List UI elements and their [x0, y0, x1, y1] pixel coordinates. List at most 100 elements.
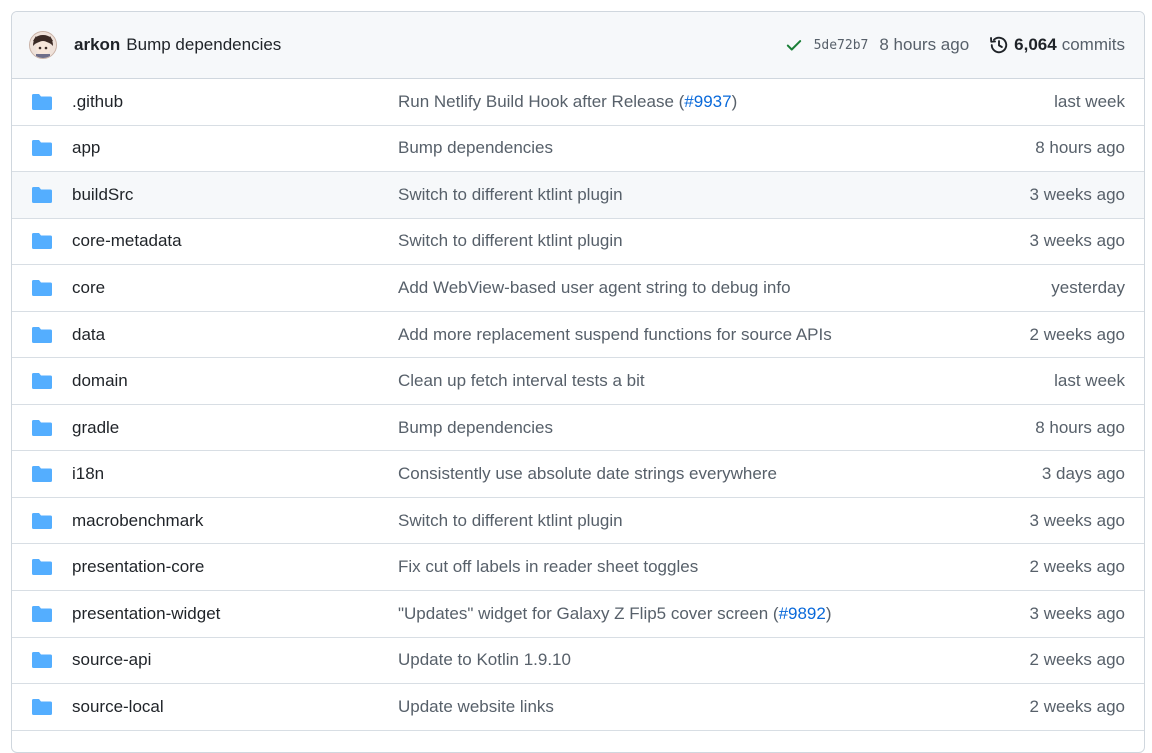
- file-list: .github Run Netlify Build Hook after Rele…: [12, 79, 1144, 731]
- file-row[interactable]: buildSrc Switch to different ktlint plugi…: [12, 172, 1144, 219]
- folder-icon: [31, 419, 53, 437]
- last-commit-message[interactable]: Update to Kotlin 1.9.10: [398, 650, 1030, 670]
- file-row[interactable]: core-metadata Switch to different ktlint …: [12, 219, 1144, 266]
- pull-request-link[interactable]: #9892: [779, 604, 826, 623]
- file-row[interactable]: presentation-core Fix cut off labels in r…: [12, 544, 1144, 592]
- file-list-box: arkon Bump dependencies 5de72b7 8 hours …: [11, 11, 1145, 753]
- commit-label: commits: [1061, 35, 1125, 54]
- commit-message-text[interactable]: Consistently use absolute date strings e…: [398, 464, 777, 483]
- last-commit-age: yesterday: [1051, 277, 1125, 297]
- last-commit-age: 3 weeks ago: [1029, 231, 1125, 251]
- last-commit-message[interactable]: Consistently use absolute date strings e…: [398, 464, 1042, 484]
- directory-name-link[interactable]: domain: [72, 371, 398, 391]
- file-row[interactable]: presentation-widget "Updates" widget for …: [12, 591, 1144, 638]
- last-commit-message[interactable]: Add more replacement suspend functions f…: [398, 325, 1030, 345]
- last-commit-age: 2 weeks ago: [1029, 650, 1125, 670]
- commit-message-text[interactable]: Clean up fetch interval tests a bit: [398, 371, 645, 390]
- last-commit-message[interactable]: Run Netlify Build Hook after Release (#9…: [398, 92, 1054, 112]
- folder-icon: [31, 512, 53, 530]
- history-icon[interactable]: [989, 35, 1009, 55]
- folder-icon: [31, 651, 53, 669]
- directory-name-link[interactable]: macrobenchmark: [72, 511, 398, 531]
- user-avatar-icon[interactable]: [29, 31, 57, 59]
- directory-name-link[interactable]: core-metadata: [72, 231, 398, 251]
- commit-sha-link[interactable]: 5de72b7: [814, 38, 869, 53]
- latest-commit-message[interactable]: Bump dependencies: [126, 35, 281, 55]
- commit-message-text[interactable]: Add more replacement suspend functions f…: [398, 325, 832, 344]
- last-commit-message[interactable]: Fix cut off labels in reader sheet toggl…: [398, 557, 1030, 577]
- check-icon[interactable]: [785, 36, 803, 54]
- directory-name-link[interactable]: app: [72, 138, 398, 158]
- last-commit-message[interactable]: Clean up fetch interval tests a bit: [398, 371, 1054, 391]
- last-commit-message[interactable]: Switch to different ktlint plugin: [398, 511, 1030, 531]
- folder-icon: [31, 605, 53, 623]
- folder-icon: [31, 139, 53, 157]
- directory-name-link[interactable]: presentation-core: [72, 557, 398, 577]
- directory-name-link[interactable]: i18n: [72, 464, 398, 484]
- folder-icon: [31, 465, 53, 483]
- commit-time: 8 hours ago: [879, 35, 970, 54]
- file-row[interactable]: macrobenchmark Switch to different ktlint…: [12, 498, 1144, 545]
- last-commit-age: last week: [1054, 371, 1125, 391]
- last-commit-message[interactable]: "Updates" widget for Galaxy Z Flip5 cove…: [398, 604, 1030, 624]
- last-commit-age: 2 weeks ago: [1029, 696, 1125, 716]
- directory-name-link[interactable]: core: [72, 278, 398, 298]
- commit-message-text[interactable]: Switch to different ktlint plugin: [398, 511, 623, 530]
- last-commit-age: 3 weeks ago: [1029, 510, 1125, 530]
- file-row[interactable]: domain Clean up fetch interval tests a bi…: [12, 358, 1144, 405]
- latest-commit-bar: arkon Bump dependencies 5de72b7 8 hours …: [12, 12, 1144, 79]
- folder-icon: [31, 326, 53, 344]
- last-commit-age: 3 days ago: [1041, 464, 1125, 484]
- file-row[interactable]: source-local Update website links 2 weeks …: [12, 684, 1144, 731]
- file-row[interactable]: app Bump dependencies 8 hours ago: [12, 126, 1144, 173]
- last-commit-message[interactable]: Bump dependencies: [398, 138, 1035, 158]
- commit-message-end: ): [731, 91, 738, 111]
- commit-message-text[interactable]: Switch to different ktlint plugin: [398, 185, 623, 204]
- file-row[interactable]: i18n Consistently use absolute date strin…: [12, 451, 1144, 498]
- last-commit-age: 2 weeks ago: [1029, 557, 1125, 577]
- commit-count: 6,064: [1014, 35, 1057, 54]
- commit-message-text[interactable]: Run Netlify Build Hook after Release (: [398, 92, 684, 111]
- commit-message-text[interactable]: Add WebView-based user agent string to d…: [398, 278, 791, 297]
- directory-name-link[interactable]: source-local: [72, 697, 398, 717]
- file-row[interactable]: .github Run Netlify Build Hook after Rele…: [12, 79, 1144, 126]
- directory-name-link[interactable]: gradle: [72, 418, 398, 438]
- commit-author-link[interactable]: arkon: [74, 35, 120, 55]
- last-commit-message[interactable]: Switch to different ktlint plugin: [398, 185, 1030, 205]
- folder-icon: [31, 372, 53, 390]
- last-commit-message[interactable]: Switch to different ktlint plugin: [398, 231, 1030, 251]
- last-commit-message[interactable]: Update website links: [398, 697, 1030, 717]
- commit-message-text[interactable]: Update to Kotlin 1.9.10: [398, 650, 571, 669]
- last-commit-age: 8 hours ago: [1035, 417, 1125, 437]
- commit-message-text[interactable]: Update website links: [398, 697, 554, 716]
- directory-name-link[interactable]: presentation-widget: [72, 604, 398, 624]
- commit-message-text[interactable]: "Updates" widget for Galaxy Z Flip5 cove…: [398, 604, 779, 623]
- last-commit-age: 3 weeks ago: [1029, 603, 1125, 623]
- directory-name-link[interactable]: .github: [72, 92, 398, 112]
- directory-name-link[interactable]: data: [72, 325, 398, 345]
- file-row[interactable]: source-api Update to Kotlin 1.9.10 2 weeks…: [12, 638, 1144, 685]
- commit-message-text[interactable]: Switch to different ktlint plugin: [398, 231, 623, 250]
- commit-message-text[interactable]: Fix cut off labels in reader sheet toggl…: [398, 557, 698, 576]
- commits-link[interactable]: 6,064 commits: [1014, 35, 1125, 55]
- file-row[interactable]: data Add more replacement suspend functio…: [12, 312, 1144, 359]
- last-commit-age: 8 hours ago: [1035, 138, 1125, 158]
- directory-name-link[interactable]: buildSrc: [72, 185, 398, 205]
- last-commit-message[interactable]: Bump dependencies: [398, 418, 1035, 438]
- pull-request-link[interactable]: #9937: [684, 92, 731, 111]
- last-commit-age: last week: [1054, 91, 1125, 111]
- folder-icon: [31, 698, 53, 716]
- folder-icon: [31, 93, 53, 111]
- folder-icon: [31, 558, 53, 576]
- folder-icon: [31, 186, 53, 204]
- last-commit-age: 2 weeks ago: [1029, 324, 1125, 344]
- folder-icon: [31, 279, 53, 297]
- file-row[interactable]: gradle Bump dependencies 8 hours ago: [12, 405, 1144, 452]
- commit-message-text[interactable]: Bump dependencies: [398, 138, 553, 157]
- last-commit-age: 3 weeks ago: [1029, 184, 1125, 204]
- last-commit-message[interactable]: Add WebView-based user agent string to d…: [398, 278, 1051, 298]
- commit-message-text[interactable]: Bump dependencies: [398, 418, 553, 437]
- folder-icon: [31, 232, 53, 250]
- file-row[interactable]: core Add WebView-based user agent string …: [12, 265, 1144, 312]
- directory-name-link[interactable]: source-api: [72, 650, 398, 670]
